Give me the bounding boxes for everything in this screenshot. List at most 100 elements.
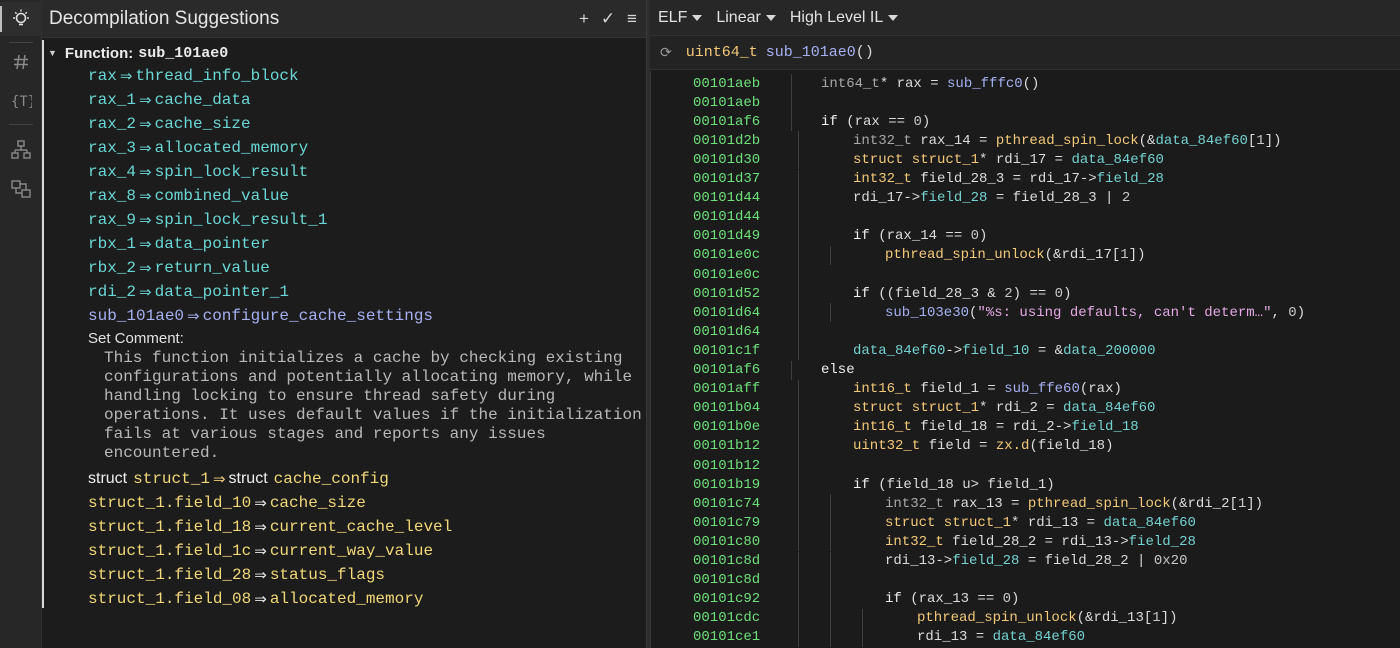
code-text[interactable]: int32_t field_28_2 = rdi_13->field_28 [885,534,1196,550]
code-line[interactable]: 00101af6 if (rax == 0) [650,112,1400,132]
code-text[interactable]: struct struct_1* rdi_17 = data_84ef60 [853,152,1164,168]
code-line[interactable]: 00101b19 if (field_18 u> field_1) [650,475,1400,495]
address[interactable]: 00101e0c [693,267,760,283]
code-text[interactable]: rdi_17->field_28 = field_28_3 | 2 [853,190,1130,206]
variable-rename-suggestion[interactable]: rax_8 ⇒ combined_value [88,185,289,207]
address[interactable]: 00101c79 [693,515,760,531]
hierarchy-icon[interactable] [0,133,42,167]
address[interactable]: 00101d52 [693,286,760,302]
code-line[interactable]: 00101c79 struct struct_1* rdi_13 = data_8… [650,513,1400,533]
address[interactable]: 00101d30 [693,152,760,168]
hash-tags-icon[interactable] [0,45,42,79]
code-line[interactable]: 00101af6 else [650,360,1400,380]
field-rename-suggestion[interactable]: struct_1.field_1c ⇒ current_way_value [88,540,433,562]
code-text[interactable]: if (rax_14 == 0) [853,228,987,244]
code-text[interactable]: int16_t field_1 = sub_ffe60(rax) [853,381,1122,397]
code-line[interactable]: 00101c74 int32_t rax_13 = pthread_spin_lo… [650,494,1400,514]
code-line[interactable]: 00101b12 [650,456,1400,476]
address[interactable]: 00101c1f [693,343,760,359]
address[interactable]: 00101af6 [693,362,760,378]
layout-dropdown[interactable]: Linear [716,9,776,27]
field-rename-suggestion[interactable]: struct_1.field_10 ⇒ cache_size [88,492,366,514]
il-level-dropdown[interactable]: High Level IL [790,9,899,27]
code-text[interactable]: int32_t field_28_3 = rdi_17->field_28 [853,171,1164,187]
address[interactable]: 00101c8d [693,572,760,588]
address[interactable]: 00101d64 [693,324,760,340]
code-text[interactable]: uint32_t field = zx.d(field_18) [853,438,1113,454]
function-node[interactable]: ▼ Function: sub_101ae0 [48,42,228,64]
code-text[interactable]: data_84ef60->field_10 = &data_200000 [853,343,1155,359]
type-braces-icon[interactable]: {T} [0,84,42,118]
code-line[interactable]: 00101c92 if (rax_13 == 0) [650,589,1400,609]
address[interactable]: 00101aff [693,381,760,397]
address[interactable]: 00101b12 [693,438,760,454]
variable-rename-suggestion[interactable]: rbx_1 ⇒ data_pointer [88,233,270,255]
cross-reference-icon[interactable] [0,172,42,206]
variable-rename-suggestion[interactable]: rax_4 ⇒ spin_lock_result [88,161,308,183]
code-line[interactable]: 00101c80 int32_t field_28_2 = rdi_13->fie… [650,532,1400,552]
function-name[interactable]: sub_101ae0 [766,44,856,61]
address[interactable]: 00101b12 [693,458,760,474]
field-rename-suggestion[interactable]: struct_1.field_28 ⇒ status_flags [88,564,385,586]
address[interactable]: 00101c8d [693,553,760,569]
code-line[interactable]: 00101d52 if ((field_28_3 & 2) == 0) [650,284,1400,304]
lightbulb-icon[interactable] [0,2,42,36]
address[interactable]: 00101d64 [693,305,760,321]
code-text[interactable]: int32_t rax_14 = pthread_spin_lock(&data… [853,133,1282,149]
code-text[interactable]: pthread_spin_unlock(&rdi_13[1]) [917,610,1177,626]
refresh-icon[interactable]: ⟳ [660,44,672,61]
code-line[interactable]: 00101b12 uint32_t field = zx.d(field_18) [650,436,1400,456]
address[interactable]: 00101aeb [693,95,760,111]
address[interactable]: 00101cdc [693,610,760,626]
add-icon[interactable]: + [576,9,592,29]
variable-rename-suggestion[interactable]: rax_9 ⇒ spin_lock_result_1 [88,209,327,231]
address[interactable]: 00101d49 [693,228,760,244]
address[interactable]: 00101aeb [693,76,760,92]
field-rename-suggestion[interactable]: struct_1.field_08 ⇒ allocated_memory [88,588,423,610]
code-text[interactable]: struct struct_1* rdi_2 = data_84ef60 [853,400,1155,416]
field-rename-suggestion[interactable]: struct_1.field_18 ⇒ current_cache_level [88,516,452,538]
code-line[interactable]: 00101aeb int64_t* rax = sub_fffc0() [650,74,1400,94]
code-text[interactable]: pthread_spin_unlock(&rdi_17[1]) [885,247,1145,263]
code-line[interactable]: 00101ce1 rdi_13 = data_84ef60 [650,627,1400,647]
code-line[interactable]: 00101cdc pthread_spin_unlock(&rdi_13[1]) [650,608,1400,628]
code-text[interactable]: if ((field_28_3 & 2) == 0) [853,286,1071,302]
struct-rename-suggestion[interactable]: struct struct_1 ⇒ struct cache_config [88,468,389,490]
address[interactable]: 00101d44 [693,190,760,206]
code-line[interactable]: 00101d30 struct struct_1* rdi_17 = data_8… [650,150,1400,170]
code-line[interactable]: 00101b0e int16_t field_18 = rdi_2->field_… [650,417,1400,437]
variable-rename-suggestion[interactable]: rax_3 ⇒ allocated_memory [88,137,308,159]
address[interactable]: 00101c92 [693,591,760,607]
accept-checkmark-icon[interactable]: ✓ [600,9,616,29]
code-text[interactable]: int64_t* rax = sub_fffc0() [821,76,1039,92]
address[interactable]: 00101af6 [693,114,760,130]
variable-rename-suggestion[interactable]: rdi_2 ⇒ data_pointer_1 [88,281,289,303]
code-line[interactable]: 00101d49 if (rax_14 == 0) [650,226,1400,246]
view-type-dropdown[interactable]: ELF [658,9,703,27]
code-text[interactable]: rdi_13->field_28 = field_28_2 | 0x20 [885,553,1187,569]
code-line[interactable]: 00101aff int16_t field_1 = sub_ffe60(rax) [650,379,1400,399]
address[interactable]: 00101b04 [693,400,760,416]
code-line[interactable]: 00101c1f data_84ef60->field_10 = &data_20… [650,341,1400,361]
code-text[interactable]: sub_103e30("%s: using defaults, can't de… [885,305,1305,321]
code-line[interactable]: 00101d37 int32_t field_28_3 = rdi_17->fie… [650,169,1400,189]
address[interactable]: 00101ce1 [693,629,760,645]
address[interactable]: 00101e0c [693,247,760,263]
code-text[interactable]: if (rax == 0) [821,114,930,130]
code-line[interactable]: 00101e0c pthread_spin_unlock(&rdi_17[1]) [650,245,1400,265]
code-text[interactable]: if (rax_13 == 0) [885,591,1019,607]
code-text[interactable]: if (field_18 u> field_1) [853,477,1055,493]
variable-rename-suggestion[interactable]: rax_2 ⇒ cache_size [88,113,251,135]
function-rename-suggestion[interactable]: sub_101ae0 ⇒ configure_cache_settings [88,305,433,327]
variable-rename-suggestion[interactable]: rax ⇒ thread_info_block [88,65,299,87]
address[interactable]: 00101d2b [693,133,760,149]
address[interactable]: 00101c80 [693,534,760,550]
code-line[interactable]: 00101b04 struct struct_1* rdi_2 = data_84… [650,398,1400,418]
code-line[interactable]: 00101c8d rdi_13->field_28 = field_28_2 | … [650,551,1400,571]
address[interactable]: 00101b19 [693,477,760,493]
address[interactable]: 00101d37 [693,171,760,187]
code-line[interactable]: 00101d64 sub_103e30("%s: using defaults, … [650,303,1400,323]
code-line[interactable]: 00101d44 [650,207,1400,227]
address[interactable]: 00101b0e [693,419,760,435]
variable-rename-suggestion[interactable]: rax_1 ⇒ cache_data [88,89,251,111]
